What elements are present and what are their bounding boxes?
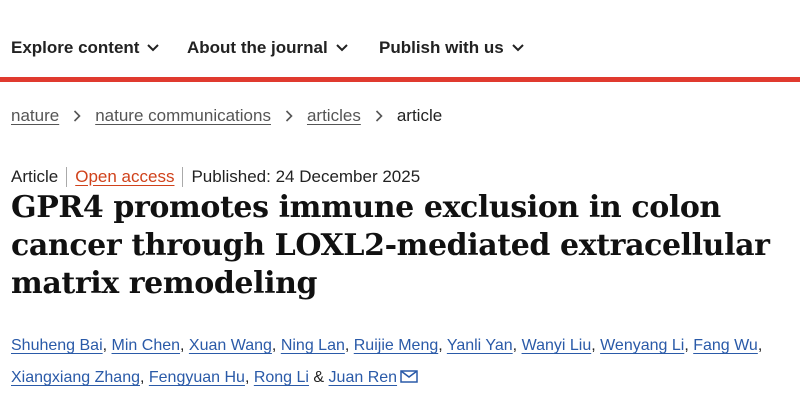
chevron-down-icon <box>336 44 348 52</box>
chevron-down-icon <box>147 44 160 52</box>
nav-publish-with-us[interactable]: Publish with us <box>379 38 524 58</box>
nav-publish-label: Publish with us <box>379 38 504 57</box>
chevron-right-icon <box>375 110 383 122</box>
published-date: Published: 24 December 2025 <box>191 167 421 186</box>
author-link[interactable]: Shuheng Bai <box>11 337 103 354</box>
meta-divider <box>66 167 68 187</box>
envelope-icon[interactable] <box>400 370 418 383</box>
article-type: Article <box>11 167 59 186</box>
author-list: Shuheng Bai, Min Chen, Xuan Wang, Ning L… <box>11 330 800 394</box>
meta-divider <box>182 167 184 187</box>
author-separator: , <box>139 369 149 386</box>
author-link[interactable]: Ning Lan <box>281 337 345 354</box>
author-separator: , <box>344 337 354 354</box>
author-separator: , <box>271 337 281 354</box>
author-link[interactable]: Juan Ren <box>329 369 398 386</box>
author-link[interactable]: Fang Wu <box>693 337 758 354</box>
nav-explore-label: Explore content <box>11 38 140 57</box>
breadcrumb-nature-communications[interactable]: nature communications <box>95 106 271 126</box>
nav-about-journal[interactable]: About the journal <box>187 38 348 58</box>
author-separator: , <box>244 369 254 386</box>
author-final-separator: & <box>308 369 329 386</box>
breadcrumb-current: article <box>396 106 443 125</box>
breadcrumb-nature[interactable]: nature <box>11 106 59 126</box>
author-link[interactable]: Xiangxiang Zhang <box>11 369 140 386</box>
breadcrumb: nature nature communications articles ar… <box>11 106 442 126</box>
author-link[interactable]: Xuan Wang <box>189 337 272 354</box>
author-separator: , <box>438 337 447 354</box>
author-separator: , <box>591 337 601 354</box>
author-separator: , <box>102 337 112 354</box>
article-meta: Article Open access Published: 24 Decemb… <box>11 167 420 187</box>
author-separator: , <box>684 337 694 354</box>
chevron-down-icon <box>511 44 524 52</box>
author-link[interactable]: Wanyi Liu <box>522 337 592 354</box>
author-link[interactable]: Min Chen <box>112 337 180 354</box>
author-link[interactable]: Yanli Yan <box>447 337 513 354</box>
breadcrumb-articles[interactable]: articles <box>307 106 361 126</box>
top-navigation: Explore content About the journal Publis… <box>0 0 800 77</box>
author-link[interactable]: Fengyuan Hu <box>149 369 245 386</box>
author-link[interactable]: Ruijie Meng <box>354 337 438 354</box>
author-separator: , <box>180 337 189 354</box>
author-separator: , <box>757 337 763 354</box>
accent-bar <box>0 77 800 82</box>
chevron-right-icon <box>74 110 81 122</box>
author-separator: , <box>512 337 522 354</box>
open-access-link[interactable]: Open access <box>75 167 174 187</box>
article-title: GPR4 promotes immune exclusion in colon … <box>11 190 770 301</box>
author-link[interactable]: Wenyang Li <box>600 337 684 354</box>
author-link[interactable]: Rong Li <box>254 369 309 386</box>
nav-about-label: About the journal <box>187 38 328 57</box>
chevron-right-icon <box>285 110 293 122</box>
nav-explore-content[interactable]: Explore content <box>11 38 160 58</box>
article-page: Explore content About the journal Publis… <box>0 0 800 400</box>
